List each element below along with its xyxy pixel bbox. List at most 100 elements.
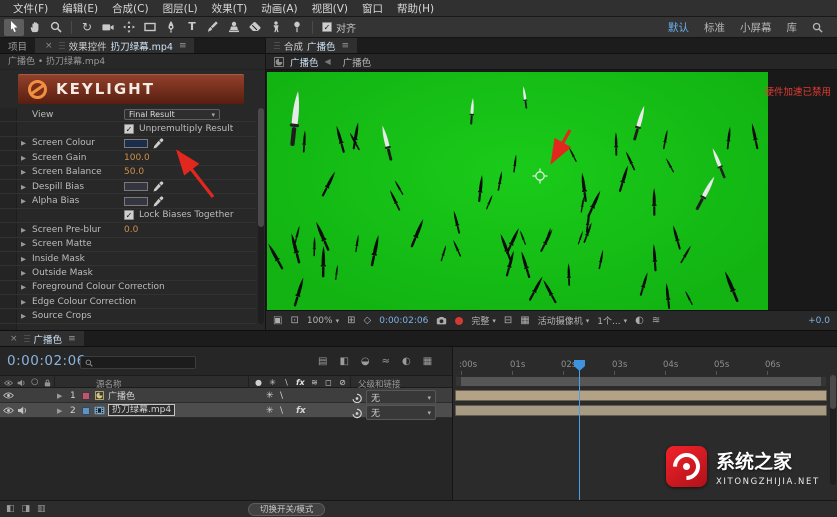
twirl-icon[interactable]: ▶ — [57, 388, 62, 403]
puppet-pin-tool[interactable] — [287, 19, 307, 36]
eye-icon[interactable] — [3, 406, 14, 415]
layer-duration-bar-1[interactable] — [455, 390, 827, 401]
green-screen-footage[interactable] — [267, 72, 768, 310]
expand-layer-switches-icon[interactable]: ◧ — [6, 504, 15, 514]
pan-behind-tool[interactable] — [119, 19, 139, 36]
graph-editor-icon[interactable]: ▦ — [423, 356, 432, 367]
camera-view-dropdown[interactable]: 活动摄像机▾ — [538, 314, 590, 327]
effects-switch[interactable]: fx — [296, 403, 306, 418]
current-time-display[interactable]: 0:00:02:06 — [7, 353, 86, 369]
workspace-search-icon[interactable] — [812, 22, 823, 33]
twirl-icon[interactable]: ▶ — [21, 283, 32, 291]
quality-switch[interactable]: \ — [280, 403, 293, 418]
magnification-dropdown[interactable]: 100%▾ — [307, 316, 339, 326]
type-tool[interactable]: T — [182, 19, 202, 36]
motion-blur-icon[interactable]: ◐ — [402, 356, 411, 367]
rotation-tool[interactable]: ↻ — [77, 19, 97, 36]
composition-viewer[interactable]: 硬件加速已禁用 — [266, 70, 837, 310]
expand-in-out-icon[interactable]: ▥ — [37, 504, 46, 514]
draft-3d-icon[interactable]: ◧ — [339, 356, 348, 367]
expand-transfer-modes-icon[interactable]: ◨ — [22, 504, 31, 514]
hide-shy-icon[interactable]: ◒ — [361, 356, 370, 367]
twirl-icon[interactable]: ▶ — [21, 197, 32, 205]
roto-brush-tool[interactable] — [266, 19, 286, 36]
view-dropdown[interactable]: Final Result▾ — [124, 109, 220, 120]
timeline-scrollbar[interactable] — [830, 375, 836, 485]
current-comp-name[interactable]: 广播色 — [290, 55, 319, 69]
quality-switch[interactable]: \ — [280, 388, 293, 403]
twirl-icon[interactable]: ▶ — [21, 183, 32, 191]
menu-item-file[interactable]: 文件(F) — [6, 1, 55, 16]
work-area-bar[interactable] — [455, 376, 827, 387]
twirl-icon[interactable]: ▶ — [21, 240, 32, 248]
region-of-interest-icon[interactable]: ⊟ — [504, 315, 512, 326]
menu-item-layer[interactable]: 图层(L) — [156, 1, 205, 16]
timeline-search-input[interactable] — [97, 358, 187, 368]
shape-tool[interactable] — [140, 19, 160, 36]
screen-balance-value[interactable]: 50.0 — [124, 167, 144, 177]
snap-checkbox[interactable]: ✓ — [322, 22, 332, 32]
resolution-dropdown[interactable]: 完整▾ — [471, 314, 496, 327]
grid-guides-icon[interactable]: ⊞ — [347, 315, 355, 326]
twirl-icon[interactable]: ▶ — [21, 269, 32, 277]
twirl-icon[interactable]: ▶ — [21, 226, 32, 234]
menu-item-view[interactable]: 视图(V) — [305, 1, 355, 16]
toggle-switches-modes-button[interactable]: 切换开关/模式 — [248, 503, 325, 516]
comp-nav-secondary[interactable]: 广播色 — [343, 55, 372, 69]
transparency-grid-icon[interactable]: ▦ — [520, 315, 529, 326]
parent-dropdown[interactable]: 无▾ — [366, 405, 436, 420]
twirl-icon[interactable]: ▶ — [21, 154, 32, 162]
eyedropper-icon[interactable] — [153, 181, 164, 192]
workspace-libraries[interactable]: 库 — [787, 20, 798, 35]
twirl-icon[interactable]: ▶ — [21, 168, 32, 176]
collapse-switch[interactable]: ✳ — [266, 388, 279, 403]
twirl-icon[interactable]: ▶ — [21, 312, 32, 320]
preview-timecode[interactable]: 0:00:02:06 — [379, 316, 428, 326]
view-layout-dropdown[interactable]: 1个...▾ — [597, 314, 627, 327]
collapse-switch[interactable]: ✳ — [266, 403, 279, 418]
despill-bias-swatch[interactable] — [124, 182, 148, 191]
mask-visibility-icon[interactable]: ◇ — [363, 315, 371, 326]
main-viewer-icon[interactable]: ⊡ — [290, 315, 298, 326]
workspace-default[interactable]: 默认 — [668, 20, 689, 35]
eye-icon[interactable] — [3, 391, 14, 400]
tab-effect-controls[interactable]: × 效果控件 扔刀绿幕.mp4 ≡ — [35, 38, 194, 53]
selection-tool[interactable] — [4, 19, 24, 36]
label-color-chip[interactable] — [82, 392, 90, 400]
menu-item-composition[interactable]: 合成(C) — [105, 1, 156, 16]
unpremultiply-checkbox[interactable]: ✓ — [124, 124, 134, 134]
frame-blend-icon[interactable]: ≈ — [382, 356, 390, 367]
menu-item-help[interactable]: 帮助(H) — [390, 1, 441, 16]
screen-gain-value[interactable]: 100.0 — [124, 153, 150, 163]
snapshot-icon[interactable] — [436, 315, 447, 326]
panel-menu-icon[interactable]: ≡ — [68, 334, 76, 344]
fast-previews-icon[interactable]: ≋ — [652, 315, 660, 326]
snap-toggle[interactable]: ✓ 对齐 — [322, 20, 356, 35]
timeline-search[interactable] — [80, 356, 196, 369]
screen-colour-swatch[interactable] — [124, 139, 148, 148]
exposure-value[interactable]: +0.0 — [808, 316, 830, 326]
layer-row-2[interactable]: ▶ 2 扔刀绿幕.mp4 ✳ \ fx 无▾ — [0, 403, 452, 418]
eyedropper-icon[interactable] — [153, 138, 164, 149]
comp-mini-flowchart-icon[interactable]: ▤ — [318, 356, 327, 367]
tab-timeline-comp[interactable]: × 广播色 ≡ — [0, 331, 84, 346]
layer-row-1[interactable]: ▶ 1 广播色 ✳ \ 无▾ — [0, 388, 452, 403]
camera-tool[interactable] — [98, 19, 118, 36]
panel-menu-icon[interactable]: ≡ — [342, 41, 350, 51]
alpha-bias-swatch[interactable] — [124, 197, 148, 206]
label-color-chip[interactable] — [82, 407, 90, 415]
clone-stamp-tool[interactable] — [224, 19, 244, 36]
workspace-standard[interactable]: 标准 — [704, 20, 725, 35]
pen-tool[interactable] — [161, 19, 181, 36]
twirl-icon[interactable]: ▶ — [21, 298, 32, 306]
speaker-icon[interactable] — [17, 406, 28, 415]
zoom-tool[interactable] — [46, 19, 66, 36]
twirl-icon[interactable]: ▶ — [57, 403, 62, 418]
lock-biases-checkbox[interactable]: ✓ — [124, 210, 134, 220]
layer-name[interactable]: 广播色 — [108, 388, 135, 403]
show-channel-icon[interactable] — [455, 317, 463, 325]
workspace-small-screen[interactable]: 小屏幕 — [740, 20, 772, 35]
brush-tool[interactable] — [203, 19, 223, 36]
layer-name[interactable]: 扔刀绿幕.mp4 — [108, 404, 175, 416]
close-icon[interactable]: × — [43, 41, 55, 51]
